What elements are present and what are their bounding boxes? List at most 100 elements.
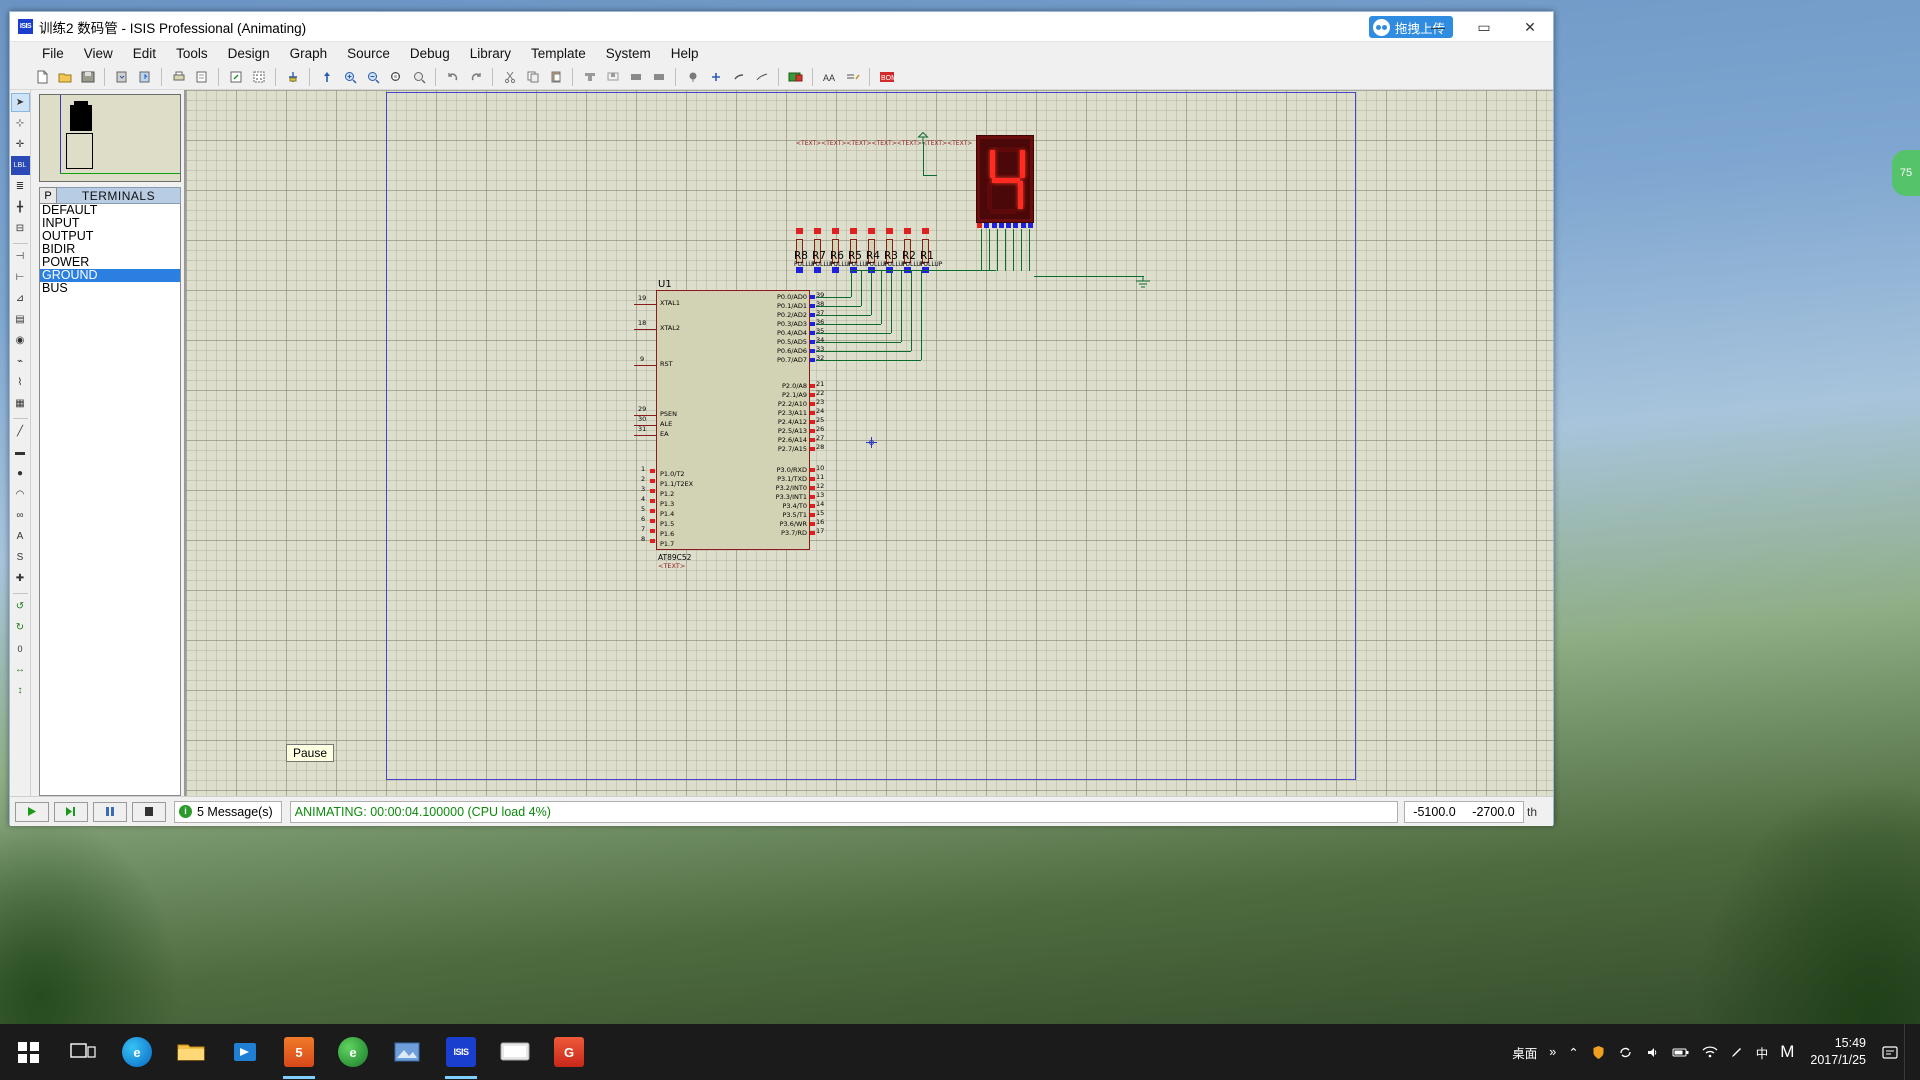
2d-box-icon[interactable]: ▬	[11, 443, 30, 462]
2d-symbol-icon[interactable]: S	[11, 548, 30, 567]
menu-help[interactable]: Help	[661, 44, 709, 63]
menu-library[interactable]: Library	[460, 44, 521, 63]
paste-icon[interactable]	[545, 67, 566, 87]
ime-mode-icon[interactable]: M	[1774, 1042, 1800, 1062]
2d-text-icon[interactable]: A	[11, 527, 30, 546]
generator-mode-icon[interactable]: ◉	[11, 331, 30, 350]
make-device-icon[interactable]	[705, 67, 726, 87]
overview-preview[interactable]	[39, 94, 181, 182]
2d-circle-icon[interactable]: ●	[11, 464, 30, 483]
2d-line-icon[interactable]: ╱	[11, 422, 30, 441]
close-button[interactable]: ✕	[1507, 12, 1553, 42]
menu-debug[interactable]: Debug	[400, 44, 460, 63]
show-desktop-label[interactable]: 桌面	[1506, 1043, 1543, 1062]
file-explorer-icon[interactable]	[164, 1024, 218, 1080]
volume-icon[interactable]	[1639, 1045, 1666, 1060]
step-button[interactable]	[54, 801, 88, 822]
menu-source[interactable]: Source	[337, 44, 400, 63]
pause-button[interactable]	[93, 801, 127, 822]
save-icon[interactable]	[77, 67, 98, 87]
zoom-all-icon[interactable]	[408, 67, 429, 87]
tray-overflow-icon[interactable]: »	[1543, 1045, 1562, 1059]
cut-icon[interactable]	[499, 67, 520, 87]
message-count-box[interactable]: i 5 Message(s)	[174, 800, 282, 823]
proteus-ares-icon[interactable]: 5	[272, 1024, 326, 1080]
app-g-icon[interactable]: G	[542, 1024, 596, 1080]
battery-icon[interactable]	[1666, 1046, 1696, 1059]
block-delete-icon[interactable]	[648, 67, 669, 87]
firefox-icon[interactable]: e	[326, 1024, 380, 1080]
undo-icon[interactable]	[442, 67, 463, 87]
device-pin-icon[interactable]: ⊢	[11, 268, 30, 287]
rotation-value[interactable]: 0	[11, 639, 30, 658]
wifi-icon[interactable]	[1696, 1045, 1724, 1059]
subcircuit-icon[interactable]: ⊟	[11, 219, 30, 238]
menu-template[interactable]: Template	[521, 44, 596, 63]
notification-icon[interactable]	[1876, 1045, 1904, 1060]
task-view-icon[interactable]	[56, 1024, 110, 1080]
import-icon[interactable]	[111, 67, 132, 87]
bill-of-materials-icon[interactable]: BOM	[876, 67, 897, 87]
print-icon[interactable]	[168, 67, 189, 87]
tape-recorder-icon[interactable]: ▤	[11, 310, 30, 329]
graph-mode-icon[interactable]: ⊿	[11, 289, 30, 308]
menu-file[interactable]: File	[32, 44, 74, 63]
print-area-icon[interactable]	[191, 67, 212, 87]
show-desktop-button[interactable]	[1904, 1024, 1914, 1080]
refresh-icon[interactable]	[225, 67, 246, 87]
edge-browser-icon[interactable]: e	[110, 1024, 164, 1080]
ground-symbol[interactable]	[1134, 275, 1152, 288]
mirror-y-icon[interactable]: ↕	[11, 681, 30, 700]
menu-system[interactable]: System	[596, 44, 661, 63]
terminals-mode-icon[interactable]: ⊣	[11, 247, 30, 266]
start-button[interactable]	[0, 1024, 56, 1080]
selection-mode-icon[interactable]: ➤	[10, 93, 30, 112]
media-player-icon[interactable]	[488, 1024, 542, 1080]
wire-label-icon[interactable]: LBL	[10, 156, 30, 175]
ime-pen-icon[interactable]	[1724, 1045, 1750, 1059]
redo-icon[interactable]	[465, 67, 486, 87]
zoom-out-icon[interactable]	[362, 67, 383, 87]
shield-icon[interactable]	[1585, 1045, 1612, 1060]
voltage-probe-icon[interactable]: ⌁	[11, 352, 30, 371]
pick-device-icon[interactable]	[682, 67, 703, 87]
open-folder-icon[interactable]	[54, 67, 75, 87]
menu-graph[interactable]: Graph	[280, 44, 338, 63]
terminals-list[interactable]: DEFAULT INPUT OUTPUT BIDIR POWER GROUND …	[39, 204, 181, 796]
current-probe-icon[interactable]: ⌇	[11, 373, 30, 392]
sync-icon[interactable]	[1612, 1045, 1639, 1060]
clock[interactable]: 15:49 2017/1/25	[1800, 1035, 1876, 1069]
zoom-in-icon[interactable]	[339, 67, 360, 87]
origin-icon[interactable]	[282, 67, 303, 87]
text-script-icon[interactable]: ≣	[11, 177, 30, 196]
virtual-instrument-icon[interactable]: ▦	[11, 394, 30, 413]
store-icon[interactable]	[218, 1024, 272, 1080]
component-mode-icon[interactable]: ⊹	[11, 114, 30, 133]
property-edit-icon[interactable]	[842, 67, 863, 87]
play-button[interactable]	[15, 801, 49, 822]
block-copy-icon[interactable]	[579, 67, 600, 87]
menu-view[interactable]: View	[74, 44, 123, 63]
photos-icon[interactable]	[380, 1024, 434, 1080]
mirror-x-icon[interactable]: ↔	[11, 660, 30, 679]
ares-netlist-icon[interactable]	[785, 67, 806, 87]
menu-edit[interactable]: Edit	[123, 44, 166, 63]
stop-button[interactable]	[132, 801, 166, 822]
new-file-icon[interactable]	[31, 67, 52, 87]
copy-icon[interactable]	[522, 67, 543, 87]
export-icon[interactable]	[134, 67, 155, 87]
rotate-cw-icon[interactable]: ↻	[11, 618, 30, 637]
chevron-up-icon[interactable]: ⌃	[1562, 1045, 1584, 1060]
terminal-item-bus[interactable]: BUS	[40, 282, 180, 295]
zoom-area-icon[interactable]	[385, 67, 406, 87]
packaging-icon[interactable]	[728, 67, 749, 87]
font-icon[interactable]: AA	[819, 67, 840, 87]
grid-toggle-icon[interactable]	[248, 67, 269, 87]
menu-tools[interactable]: Tools	[166, 44, 218, 63]
rotate-ccw-icon[interactable]: ↺	[11, 597, 30, 616]
screen-edge-widget[interactable]: 75	[1892, 150, 1920, 196]
isis-icon[interactable]: ISIS	[434, 1024, 488, 1080]
2d-arc-icon[interactable]: ◠	[11, 485, 30, 504]
junction-dot-icon[interactable]: ✛	[11, 135, 30, 154]
maximize-button[interactable]: ▭	[1461, 12, 1507, 42]
